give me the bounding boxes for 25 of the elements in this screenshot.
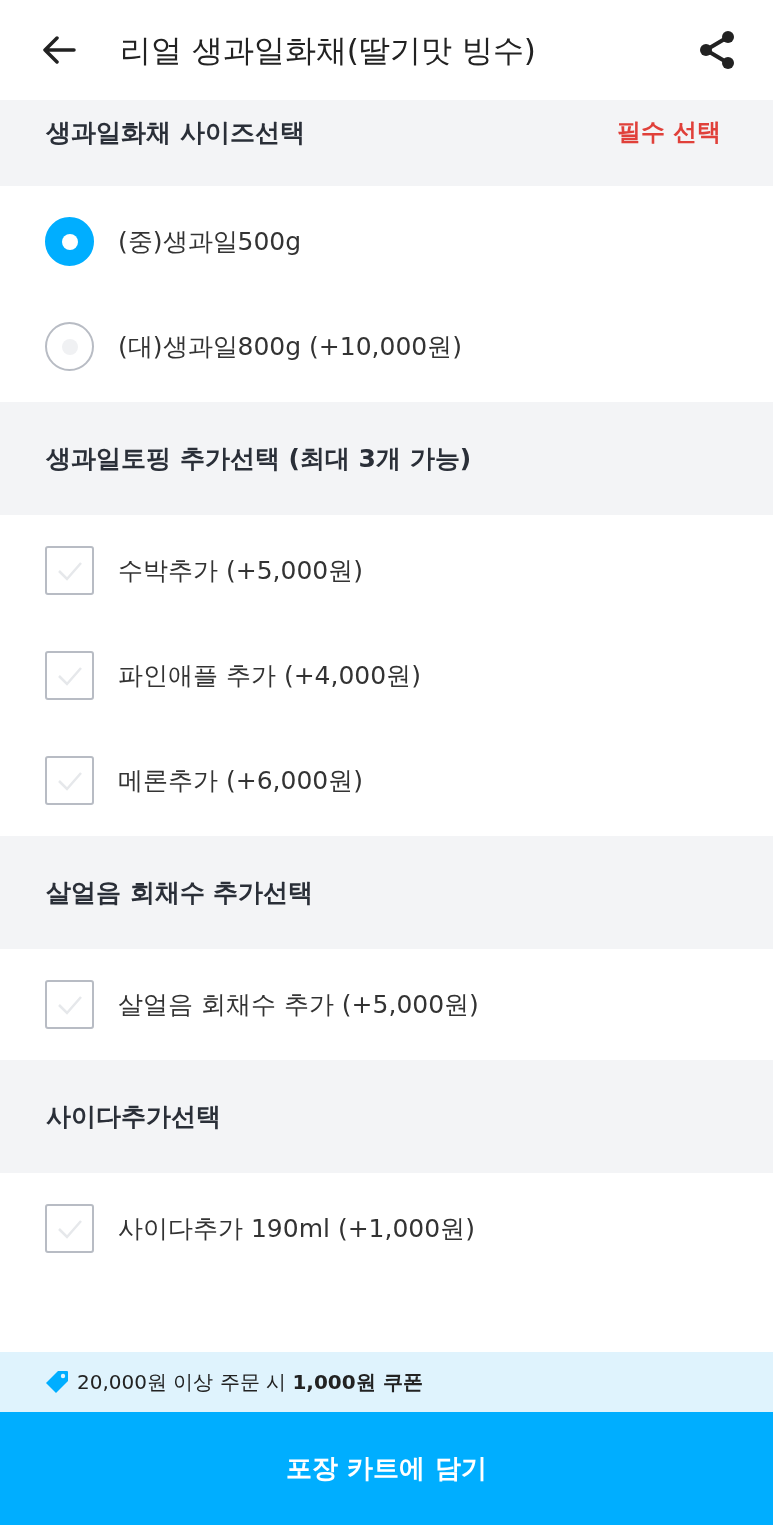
- option-label: 살얼음 회채수 추가 (+5,000원): [118, 988, 479, 1021]
- back-icon[interactable]: [42, 36, 76, 64]
- page-title: 리얼 생과일화채(딸기맛 빙수): [120, 30, 537, 70]
- section-title: 사이다추가선택: [46, 1100, 221, 1133]
- option-label: (대)생과일800g (+10,000원): [118, 330, 462, 363]
- section-title: 생과일토핑 추가선택 (최대 3개 가능): [46, 442, 472, 475]
- section-title: 생과일화채 사이즈선택: [46, 117, 305, 149]
- option-label: (중)생과일500g: [118, 225, 302, 258]
- option-label: 메론추가 (+6,000원): [118, 764, 363, 797]
- option-label: 파인애플 추가 (+4,000원): [118, 659, 421, 692]
- add-to-cart-button[interactable]: 포장 카트에 담기: [0, 1412, 773, 1525]
- share-icon[interactable]: [699, 30, 735, 70]
- checkbox[interactable]: [45, 651, 94, 700]
- section-title: 살얼음 회채수 추가선택: [46, 876, 314, 909]
- checkbox[interactable]: [45, 1204, 94, 1253]
- tag-icon: [45, 1370, 69, 1394]
- radio-button[interactable]: [45, 322, 94, 371]
- coupon-text: 20,000원 이상 주문 시 1,000원 쿠폰: [77, 1369, 423, 1396]
- required-label: 필수 선택: [616, 117, 721, 148]
- option-label: 수박추가 (+5,000원): [118, 554, 363, 587]
- checkbox[interactable]: [45, 546, 94, 595]
- checkbox[interactable]: [45, 756, 94, 805]
- checkbox[interactable]: [45, 980, 94, 1029]
- option-label: 사이다추가 190ml (+1,000원): [118, 1212, 475, 1245]
- radio-button[interactable]: [45, 217, 94, 266]
